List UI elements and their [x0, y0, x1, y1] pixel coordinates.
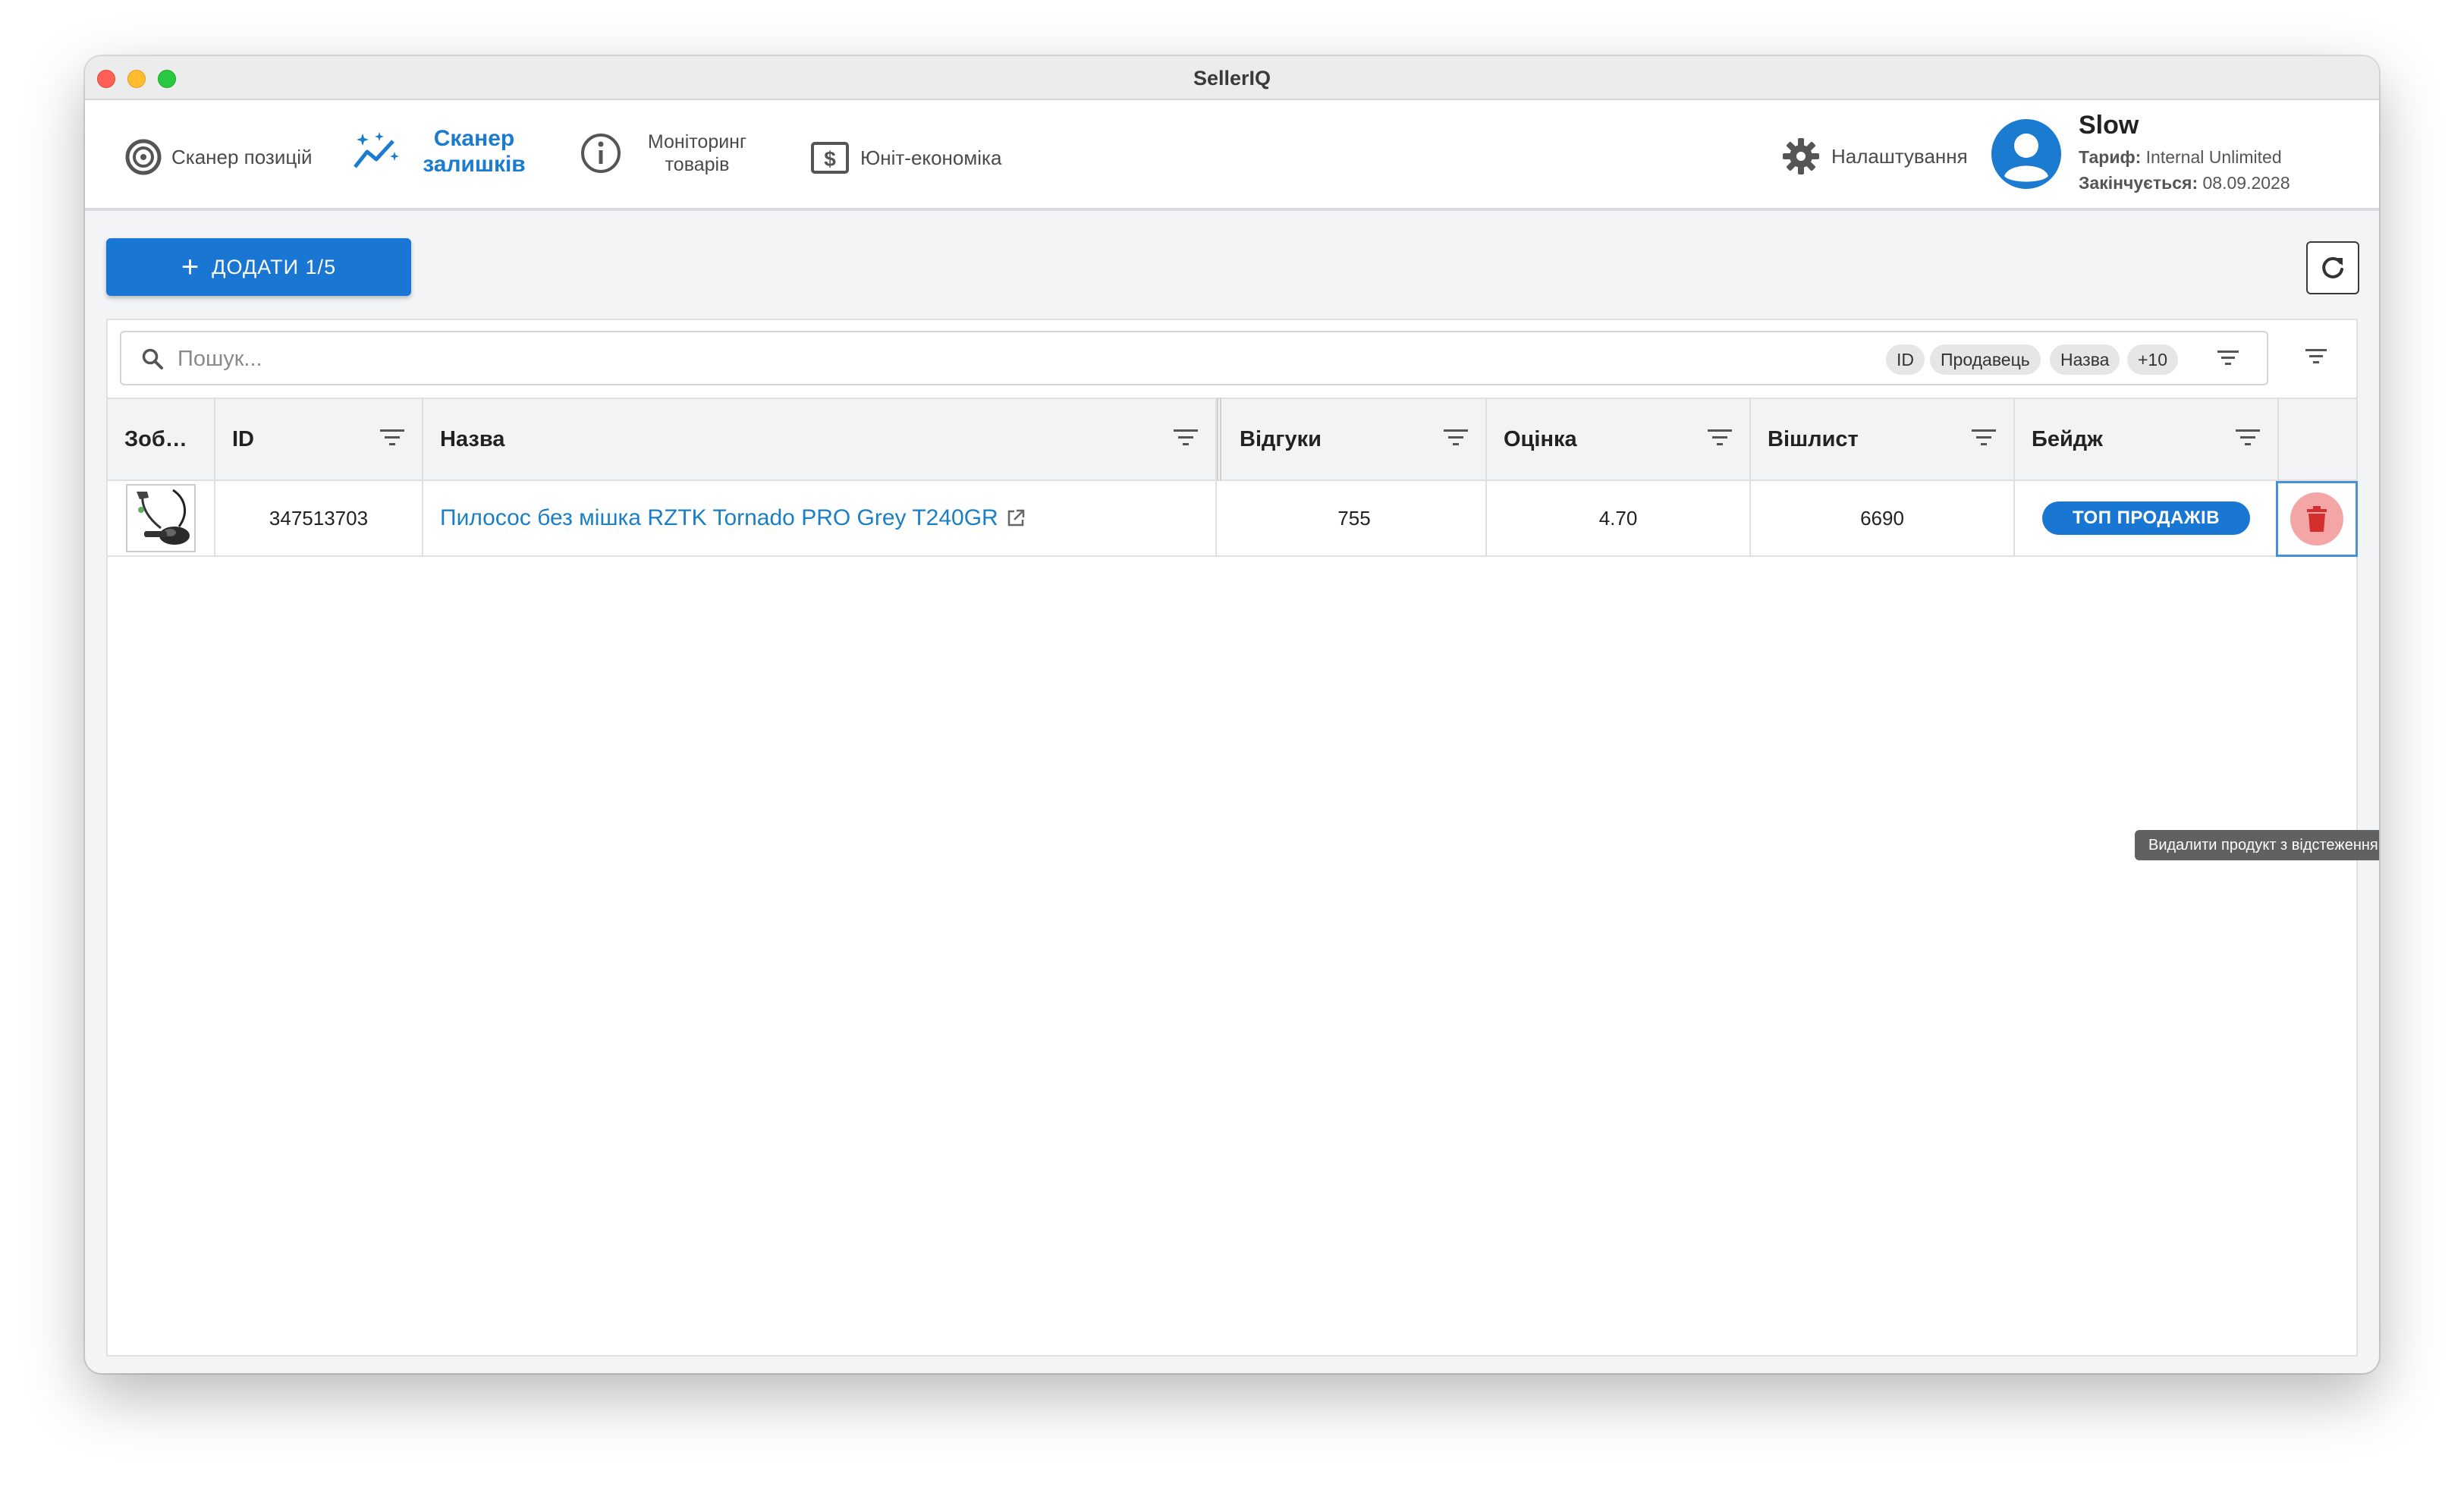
column-header-wishlist[interactable]: Вішлист: [1751, 399, 2015, 479]
target-icon: [124, 138, 162, 176]
plus-icon: +: [181, 250, 200, 284]
column-header-wishlist-label: Вішлист: [1768, 426, 1859, 451]
column-header-name[interactable]: Назва: [423, 399, 1217, 479]
info-icon: [580, 132, 622, 174]
refresh-button[interactable]: [2306, 241, 2359, 294]
nav-settings[interactable]: Налаштування: [1781, 137, 1968, 176]
column-filter-icon[interactable]: [2235, 428, 2261, 448]
column-header-reviews[interactable]: Відгуки: [1223, 399, 1487, 479]
nav-monitoring-label: Моніторинг товарів: [647, 131, 747, 175]
user-plan: Тариф: Internal Unlimited: [2079, 147, 2282, 168]
app-window: SellerIQ Сканер позицій Сканер залишків: [85, 56, 2379, 1373]
product-wishlist-cell: 6690: [1751, 481, 2015, 555]
gear-icon: [1781, 137, 1821, 176]
top-navigation: Сканер позицій Сканер залишків Моніторин…: [85, 100, 2379, 211]
column-filter-icon[interactable]: [1971, 428, 1997, 448]
nav-position-scanner-label: Сканер позицій: [171, 146, 313, 168]
nav-stock-scanner[interactable]: Сканер залишків: [352, 126, 531, 178]
user-plan-label: Тариф:: [2079, 147, 2142, 167]
column-header-id[interactable]: ID: [215, 399, 423, 479]
user-expiry: Закінчується: 08.09.2028: [2079, 173, 2290, 193]
search-chip-id[interactable]: ID: [1886, 344, 1925, 375]
dollar-icon: $: [810, 141, 850, 174]
user-avatar-icon: [1991, 119, 2061, 189]
nav-stock-scanner-label: Сканер залишків: [423, 126, 526, 177]
avatar[interactable]: [1991, 118, 2062, 193]
search-chip-more[interactable]: +10: [2127, 344, 2179, 375]
svg-text:$: $: [824, 147, 836, 171]
product-reviews-cell: 755: [1223, 481, 1487, 555]
user-expiry-label: Закінчується:: [2079, 173, 2198, 193]
column-filter-icon[interactable]: [379, 428, 405, 448]
products-table: ID Продавець Назва +10 Зоб… ID Назва: [106, 319, 2379, 1357]
search-icon: [141, 347, 164, 374]
column-header-image-label: Зоб…: [124, 426, 187, 451]
status-badge: ТОП ПРОДАЖІВ: [2041, 501, 2251, 535]
product-name-link[interactable]: Пилосос без мішка RZTK Tornado PRO Grey …: [440, 505, 998, 531]
window-title: SellerIQ: [1193, 67, 1271, 90]
search-fields-filter-icon[interactable]: [2217, 349, 2239, 367]
global-filter-icon[interactable]: [2305, 347, 2327, 366]
delete-product-button[interactable]: [2290, 492, 2343, 545]
product-badge-cell: ТОП ПРОДАЖІВ: [2015, 481, 2279, 555]
nav-monitoring[interactable]: Моніторинг товарів: [580, 130, 754, 176]
table-row[interactable]: 347513703 Пилосос без мішка RZTK Tornado…: [108, 481, 2356, 557]
product-rating-cell: 4.70: [1487, 481, 1751, 555]
nav-unit-economics-label: Юніт-економіка: [860, 146, 1002, 169]
nav-settings-label: Налаштування: [1831, 145, 1968, 168]
column-filter-icon[interactable]: [1707, 428, 1733, 448]
user-expiry-value: 08.09.2028: [2202, 173, 2290, 193]
add-product-label: ДОДАТИ 1/5: [212, 255, 337, 278]
product-thumbnail[interactable]: [126, 484, 196, 552]
column-header-reviews-label: Відгуки: [1240, 426, 1322, 451]
column-header-id-label: ID: [232, 426, 254, 451]
column-filter-icon[interactable]: [1173, 428, 1199, 448]
nav-position-scanner[interactable]: Сканер позицій: [124, 138, 313, 176]
search-chip-name[interactable]: Назва: [2050, 344, 2120, 375]
product-image-cell: [108, 481, 215, 555]
column-header-image[interactable]: Зоб…: [108, 399, 215, 479]
nav-unit-economics[interactable]: $ Юніт-економіка: [810, 141, 1001, 174]
delete-cell: [2276, 481, 2358, 557]
column-header-actions: [2279, 399, 2356, 479]
product-name-cell: Пилосос без мішка RZTK Tornado PRO Grey …: [423, 481, 1217, 555]
table-header: Зоб… ID Назва Відгуки Оцінка Вішлист Бей…: [108, 398, 2356, 481]
column-header-name-label: Назва: [440, 426, 505, 451]
column-header-badge[interactable]: Бейдж: [2015, 399, 2279, 479]
search-bar: ID Продавець Назва +10: [120, 331, 2268, 385]
trash-icon: [2307, 506, 2327, 532]
sparkle-chart-icon: [352, 129, 401, 174]
column-header-rating-label: Оцінка: [1504, 426, 1577, 451]
column-header-badge-label: Бейдж: [2032, 426, 2103, 451]
user-plan-value: Internal Unlimited: [2145, 147, 2282, 167]
product-id-cell: 347513703: [215, 481, 423, 555]
search-input[interactable]: [178, 344, 1619, 373]
title-bar: SellerIQ: [85, 56, 2379, 100]
column-header-rating[interactable]: Оцінка: [1487, 399, 1751, 479]
search-chip-seller[interactable]: Продавець: [1930, 344, 2041, 375]
external-link-icon[interactable]: [1006, 508, 1026, 528]
add-product-button[interactable]: + ДОДАТИ 1/5: [106, 238, 411, 296]
refresh-icon: [2322, 256, 2343, 278]
column-filter-icon[interactable]: [1443, 428, 1469, 448]
user-name: Slow: [2079, 111, 2139, 140]
delete-tooltip: Видалити продукт з відстеження: [2135, 830, 2379, 860]
